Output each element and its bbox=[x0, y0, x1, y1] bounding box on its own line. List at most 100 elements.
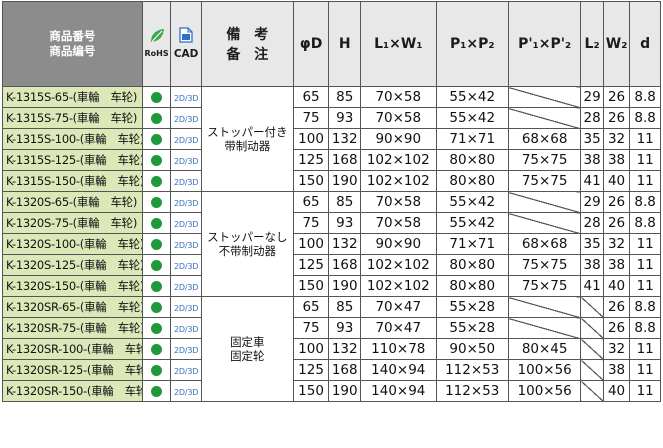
product-code-link[interactable]: K-1315S-65-(車輪 车轮) bbox=[2, 86, 143, 108]
product-code-link[interactable]: K-1320S-65-(車輪 车轮) bbox=[2, 191, 143, 213]
table-row: K-1320SR-150-(車輪 车轮) 2D/3D 150 190 140×94 112… bbox=[2, 380, 661, 402]
rohs-compliant-dot-icon bbox=[151, 238, 163, 250]
product-code-link[interactable]: K-1315S-125-(車輪 车轮) bbox=[2, 149, 143, 171]
d-value: 8.8 bbox=[629, 86, 661, 108]
h-value: 168 bbox=[328, 359, 362, 381]
header-rohs: RoHS bbox=[141, 1, 172, 87]
rohs-logo: RoHS bbox=[144, 28, 169, 58]
product-code-link[interactable]: K-1315S-100-(車輪 车轮) bbox=[2, 128, 143, 150]
product-code-link[interactable]: K-1320SR-65-(車輪 车轮) bbox=[2, 296, 143, 318]
table-row: K-1315S-75-(車輪 车轮) 2D/3D 75 93 70×58 55×42 28 2… bbox=[2, 107, 661, 129]
product-code-link[interactable]: K-1315S-150-(車輪 车轮) bbox=[2, 170, 143, 192]
d-value: 11 bbox=[629, 338, 661, 360]
p1p2-value: 55×28 bbox=[435, 317, 509, 339]
rohs-cell bbox=[141, 212, 172, 234]
rohs-compliant-dot-icon bbox=[151, 364, 163, 376]
cad-cell: 2D/3D bbox=[170, 338, 202, 360]
p1p2-prime-value: 75×75 bbox=[507, 149, 582, 171]
cad-download-link[interactable]: 2D/3D bbox=[174, 241, 198, 250]
cad-download-link[interactable]: 2D/3D bbox=[174, 178, 198, 187]
cad-cell: 2D/3D bbox=[170, 107, 202, 129]
w2-value: 26 bbox=[602, 317, 631, 339]
p1p2-prime-value bbox=[507, 191, 582, 213]
p1p2-prime-value: 68×68 bbox=[507, 128, 582, 150]
w2-value: 40 bbox=[602, 380, 631, 402]
l2-value bbox=[580, 380, 604, 402]
phi-d-value: 150 bbox=[292, 380, 330, 402]
cad-download-link[interactable]: 2D/3D bbox=[174, 94, 198, 103]
header-l1w1: L₁×W₁ bbox=[360, 1, 437, 87]
phi-d-value: 150 bbox=[292, 170, 330, 192]
table-row: K-1315S-125-(車輪 车轮) 2D/3D 125 168 102×102 80×… bbox=[2, 149, 661, 171]
phi-d-value: 125 bbox=[292, 149, 330, 171]
l2-value: 28 bbox=[580, 107, 604, 129]
d-value: 11 bbox=[629, 359, 661, 381]
d-value: 11 bbox=[629, 254, 661, 276]
w2-value: 38 bbox=[602, 149, 631, 171]
cad-cell: 2D/3D bbox=[170, 380, 202, 402]
cad-cell: 2D/3D bbox=[170, 86, 202, 108]
table-row: K-1320SR-100-(車輪 车轮) 2D/3D 100 132 110×78 90×… bbox=[2, 338, 661, 360]
product-code-link[interactable]: K-1315S-75-(車輪 车轮) bbox=[2, 107, 143, 129]
product-code-link[interactable]: K-1320SR-150-(車輪 车轮) bbox=[2, 380, 143, 402]
cad-download-link[interactable]: 2D/3D bbox=[174, 304, 198, 313]
cad-download-link[interactable]: 2D/3D bbox=[174, 346, 198, 355]
table-row: K-1315S-100-(車輪 车轮) 2D/3D 100 132 90×90 71×71… bbox=[2, 128, 661, 150]
group-remarks-line: 固定車 bbox=[230, 335, 265, 349]
group-remarks: ストッパーなし 不带制动器 bbox=[200, 191, 294, 297]
rohs-compliant-dot-icon bbox=[151, 133, 163, 145]
l2-value: 41 bbox=[580, 275, 604, 297]
p1p2-prime-value bbox=[507, 317, 582, 339]
p1p2-value: 55×42 bbox=[435, 86, 509, 108]
rohs-cell bbox=[141, 254, 172, 276]
cad-download-link[interactable]: 2D/3D bbox=[174, 388, 198, 397]
p1p2-prime-value: 75×75 bbox=[507, 254, 582, 276]
w2-value: 26 bbox=[602, 296, 631, 318]
product-code-link[interactable]: K-1320S-75-(車輪 车轮) bbox=[2, 212, 143, 234]
h-value: 93 bbox=[328, 317, 362, 339]
cad-download-link[interactable]: 2D/3D bbox=[174, 199, 198, 208]
l1w1-value: 102×102 bbox=[360, 170, 437, 192]
p1p2-value: 80×80 bbox=[435, 170, 509, 192]
product-code-link[interactable]: K-1320S-125-(車輪 车轮) bbox=[2, 254, 143, 276]
cad-download-link[interactable]: 2D/3D bbox=[174, 115, 198, 124]
cad-download-link[interactable]: 2D/3D bbox=[174, 157, 198, 166]
group-remarks-line: 不带制动器 bbox=[218, 244, 277, 258]
rohs-cell bbox=[141, 275, 172, 297]
product-code-link[interactable]: K-1320SR-100-(車輪 车轮) bbox=[2, 338, 143, 360]
cad-download-link[interactable]: 2D/3D bbox=[174, 367, 198, 376]
cad-cell: 2D/3D bbox=[170, 317, 202, 339]
p1p2-value: 80×80 bbox=[435, 254, 509, 276]
cad-download-link[interactable]: 2D/3D bbox=[174, 220, 198, 229]
d-value: 8.8 bbox=[629, 317, 661, 339]
product-code-link[interactable]: K-1320S-150-(車輪 车轮) bbox=[2, 275, 143, 297]
p1p2-prime-value: 75×75 bbox=[507, 170, 582, 192]
table-row: K-1315S-150-(車輪 车轮) 2D/3D 150 190 102×102 80×… bbox=[2, 170, 661, 192]
l2-value: 35 bbox=[580, 233, 604, 255]
w2-value: 40 bbox=[602, 275, 631, 297]
group-remarks-line: ストッパーなし bbox=[207, 230, 288, 244]
h-value: 132 bbox=[328, 128, 362, 150]
cad-download-link[interactable]: 2D/3D bbox=[174, 262, 198, 271]
cad-download-link[interactable]: 2D/3D bbox=[174, 136, 198, 145]
rohs-compliant-dot-icon bbox=[151, 154, 163, 166]
phi-d-value: 75 bbox=[292, 212, 330, 234]
product-code-link[interactable]: K-1320S-100-(車輪 车轮) bbox=[2, 233, 143, 255]
l2-value: 29 bbox=[580, 86, 604, 108]
product-code-link[interactable]: K-1320SR-75-(車輪 车轮) bbox=[2, 317, 143, 339]
table-row: K-1320SR-75-(車輪 车轮) 2D/3D 75 93 70×47 55×28 26… bbox=[2, 317, 661, 339]
rohs-compliant-dot-icon bbox=[151, 112, 163, 124]
d-value: 11 bbox=[629, 275, 661, 297]
cad-download-link[interactable]: 2D/3D bbox=[174, 325, 198, 334]
cad-download-link[interactable]: 2D/3D bbox=[174, 283, 198, 292]
l1w1-value: 90×90 bbox=[360, 128, 437, 150]
rohs-compliant-dot-icon bbox=[151, 259, 163, 271]
phi-d-value: 125 bbox=[292, 359, 330, 381]
cad-cell: 2D/3D bbox=[170, 191, 202, 213]
l2-value: 41 bbox=[580, 170, 604, 192]
cad-cell: 2D/3D bbox=[170, 233, 202, 255]
product-code-link[interactable]: K-1320SR-125-(車輪 车轮) bbox=[2, 359, 143, 381]
d-value: 8.8 bbox=[629, 296, 661, 318]
header-d: d bbox=[629, 1, 661, 87]
rohs-compliant-dot-icon bbox=[151, 301, 163, 313]
